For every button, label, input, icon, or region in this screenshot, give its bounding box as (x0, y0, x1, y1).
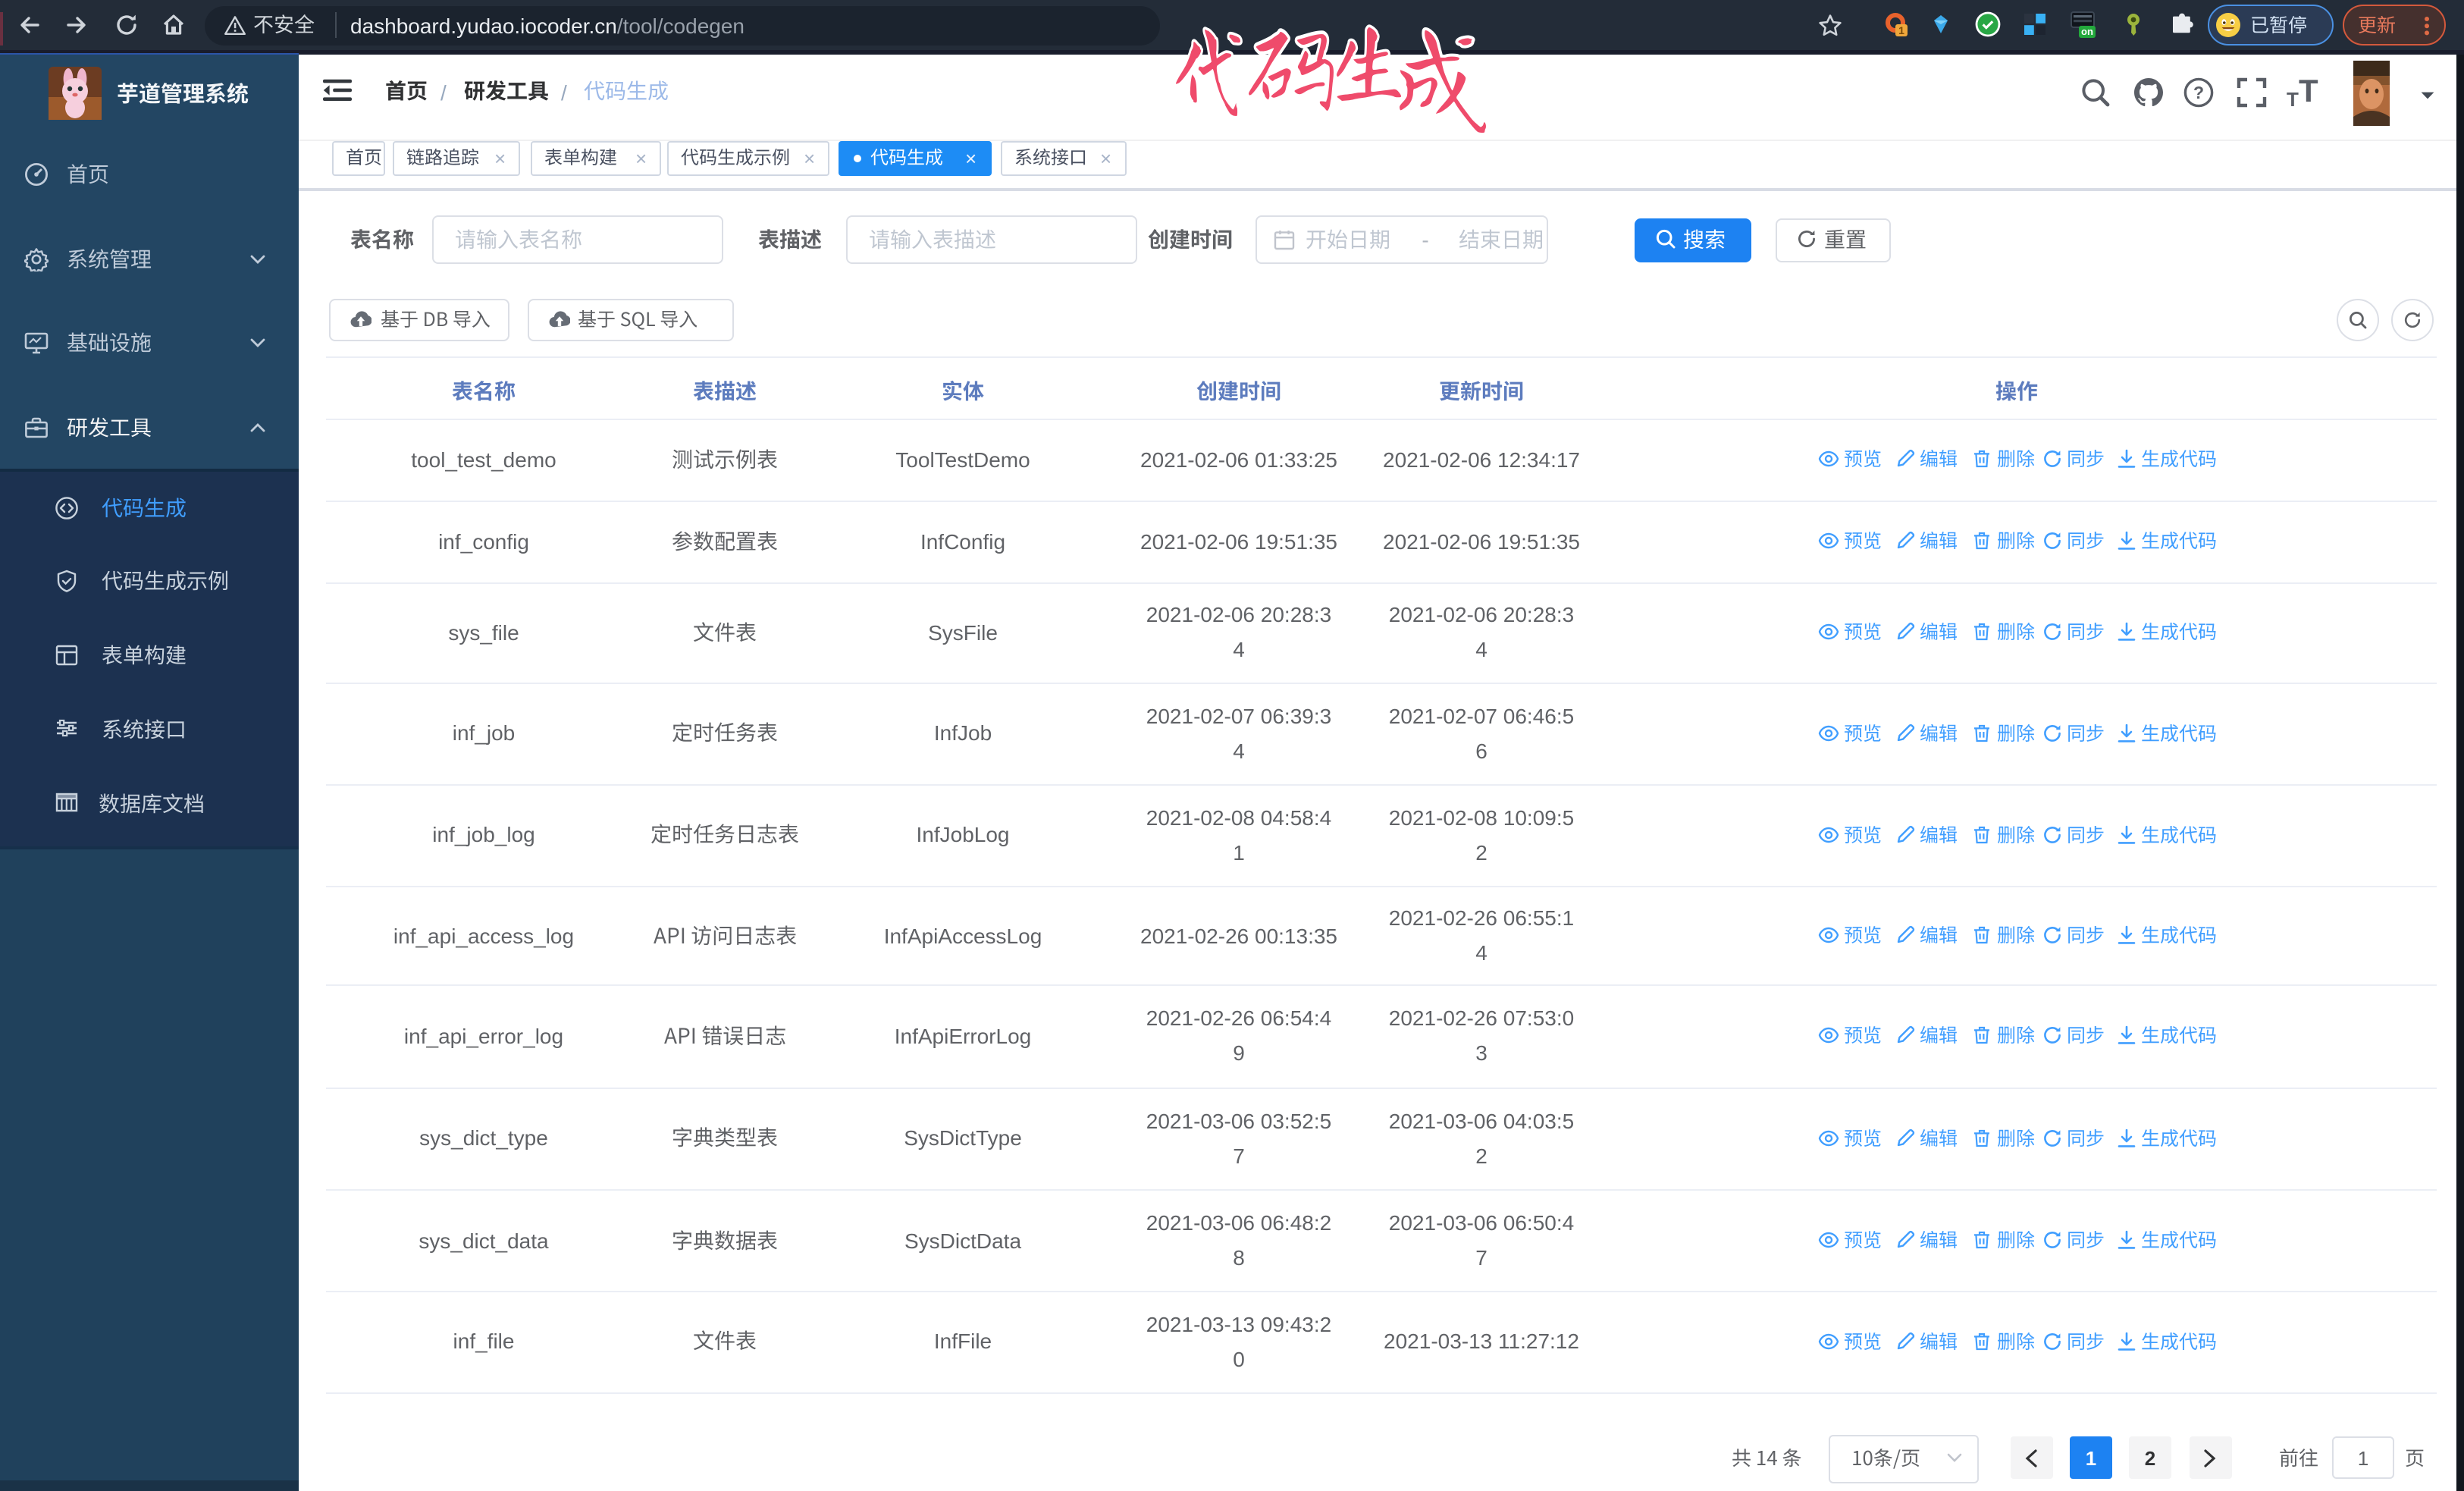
svg-text:?: ? (2193, 83, 2204, 102)
svg-text:1: 1 (1898, 24, 1904, 36)
svg-text:on: on (2081, 26, 2093, 37)
